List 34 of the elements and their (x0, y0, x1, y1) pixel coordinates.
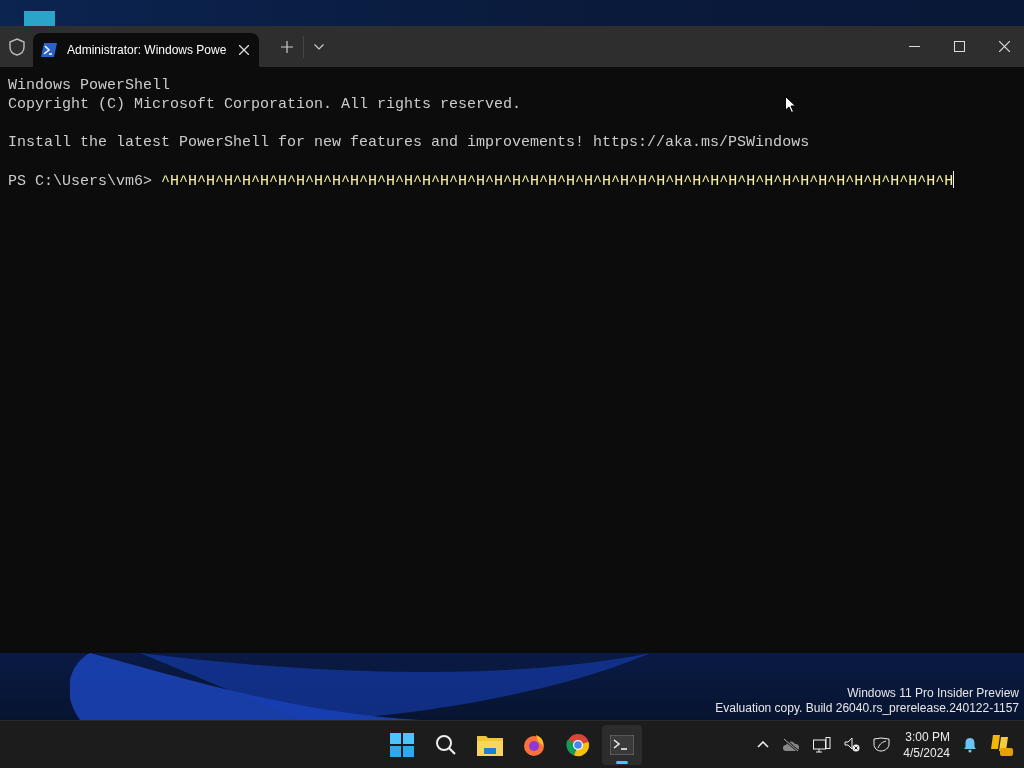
mouse-pointer-icon (785, 96, 796, 113)
cloud-off-icon[interactable] (782, 737, 801, 752)
text-cursor (953, 171, 955, 188)
console-output: Copyright (C) Microsoft Corporation. All rights reserved. (8, 95, 522, 114)
clock[interactable]: 3:00 PM 4/5/2024 (903, 728, 950, 761)
shield-icon (9, 37, 25, 56)
command-input[interactable]: ^H^H^H^H^H^H^H^H^H^H^H^H^H^H^H^H^H^H^H^H^H^H^H^H^H^H^H^H^H^H^H^H^H^H^H^H^H^H^H^H^H^H^H^H (161, 173, 954, 190)
leaf-shield-icon[interactable] (873, 737, 891, 752)
prompt-text: PS C:\Users\vm6> (8, 173, 153, 190)
tab-title: Administrator: Windows Powe (67, 43, 227, 57)
console-output: Install the latest PowerShell for new features and improvements! https://aka.ms/PSWindows (8, 133, 810, 152)
chevron-down-icon[interactable] (314, 43, 324, 50)
browser-icon (522, 732, 546, 757)
terminal-icon (610, 734, 634, 755)
search-icon (435, 733, 457, 756)
bell-icon[interactable] (963, 736, 977, 753)
maximize-icon[interactable] (954, 41, 965, 52)
tab[interactable]: Administrator: Windows Powe (33, 33, 259, 67)
chevron-up-icon[interactable] (757, 741, 770, 748)
start-icon (390, 732, 414, 757)
powershell-icon (41, 43, 57, 57)
console-output: Windows PowerShell (8, 76, 171, 95)
active-indicator (616, 760, 628, 764)
watermark-text: Evaluation copy. Build 26040.rs_prerelease.240122-1157 (715, 701, 1019, 716)
speaker-muted-icon[interactable] (844, 737, 861, 752)
folder-icon (477, 733, 503, 756)
insider-badge-icon[interactable] (990, 732, 1014, 757)
close-icon[interactable] (999, 41, 1010, 52)
network-icon[interactable] (813, 736, 832, 753)
watermark-text: Windows 11 Pro Insider Preview (847, 686, 1019, 701)
plus-icon[interactable] (281, 40, 293, 53)
taskbar-button[interactable] (602, 724, 642, 765)
browser-icon (566, 732, 590, 757)
close-icon[interactable] (239, 45, 249, 55)
